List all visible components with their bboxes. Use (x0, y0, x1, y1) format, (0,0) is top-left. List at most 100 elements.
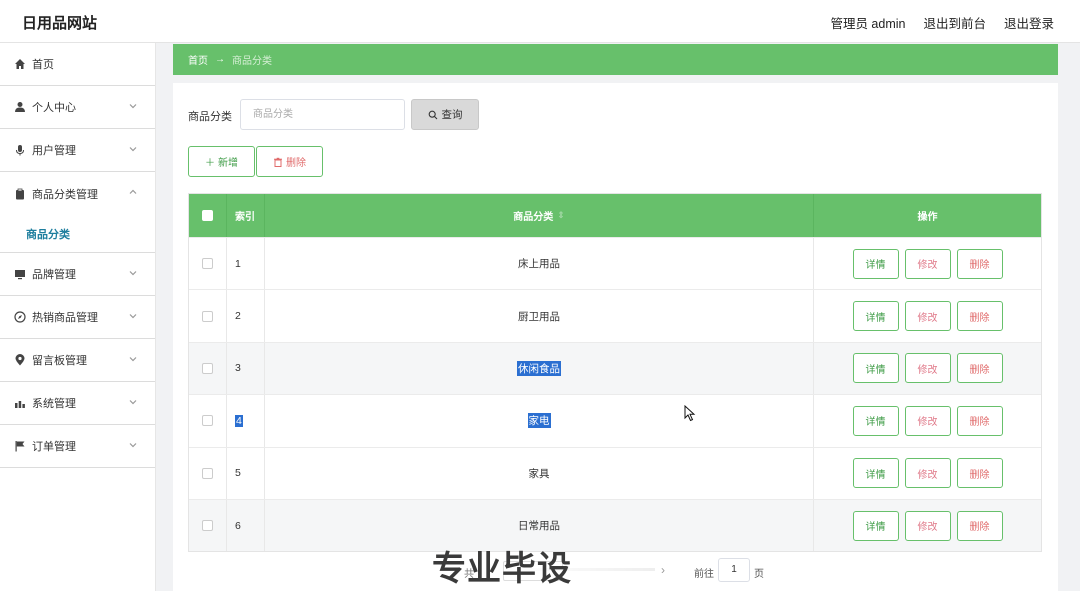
sidebar-item-user-management[interactable]: 用户管理 (0, 129, 155, 172)
sidebar-item-brand-management[interactable]: 品牌管理 (0, 253, 155, 296)
column-header-ops: 操作 (917, 212, 938, 223)
sort-icon[interactable]: ⇕ (557, 210, 565, 221)
app-window: 日用品网站 管理员 admin 退出到前台 退出登录 首页 个人中心 用户管理 … (0, 0, 1080, 591)
detail-button[interactable]: 详情 (852, 405, 899, 436)
row-index: 5 (227, 447, 265, 499)
chevron-down-icon (129, 271, 137, 276)
table-row: 2 厨卫用品 详情 修改 删除 (189, 289, 1041, 342)
search-button-label: 查询 (441, 109, 463, 121)
row-checkbox[interactable] (202, 258, 213, 270)
detail-button[interactable]: 详情 (852, 458, 899, 489)
chevron-up-icon (129, 189, 137, 194)
table-row: 1 床上用品 详情 修改 删除 (189, 237, 1041, 290)
row-checkbox[interactable] (202, 310, 213, 322)
clipboard-icon (13, 187, 26, 200)
edit-button[interactable]: 修改 (904, 510, 951, 541)
microphone-icon (13, 144, 26, 157)
detail-button[interactable]: 详情 (852, 353, 899, 384)
detail-button[interactable]: 详情 (852, 301, 899, 332)
sidebar-item-home[interactable]: 首页 (0, 43, 155, 86)
location-pin-icon (13, 354, 26, 367)
row-checkbox[interactable] (202, 362, 213, 374)
sidebar-item-personal-center[interactable]: 个人中心 (0, 86, 155, 129)
sidebar-item-category-management[interactable]: 商品分类管理 (0, 172, 155, 215)
edit-button[interactable]: 修改 (904, 405, 951, 436)
row-index: 1 (227, 238, 265, 290)
row-name: 家具 (265, 447, 814, 499)
row-checkbox[interactable] (202, 520, 213, 532)
batch-delete-button[interactable]: 删除 (256, 146, 323, 177)
row-name: 家电 (527, 413, 551, 429)
chevron-down-icon (129, 104, 137, 109)
search-icon (428, 110, 437, 119)
sidebar-item-label: 用户管理 (32, 145, 76, 157)
delete-button[interactable]: 删除 (956, 458, 1003, 489)
delete-button[interactable]: 删除 (956, 301, 1003, 332)
main-content: 商品分类 查询 ＋ 新增 删除 索引 商品分类⇕ 操作 1 床上用品 (173, 83, 1058, 591)
chevron-down-icon (129, 357, 137, 362)
sidebar-item-label: 个人中心 (32, 102, 76, 114)
delete-button[interactable]: 删除 (956, 510, 1003, 541)
sidebar-item-label: 热销商品管理 (32, 312, 98, 324)
sidebar-item-label: 系统管理 (32, 398, 76, 410)
detail-button[interactable]: 详情 (852, 248, 899, 279)
mouse-cursor-icon (684, 405, 696, 422)
compass-icon (13, 311, 26, 324)
add-button[interactable]: ＋ 新增 (188, 146, 255, 177)
breadcrumb: 首页 → 商品分类 (173, 44, 1058, 75)
category-table: 索引 商品分类 ⇕ 操作 1 床上用品 详情 修改 删除 2 厨卫用品 详情 修… (188, 193, 1042, 553)
search-input[interactable] (240, 99, 405, 130)
breadcrumb-home-link[interactable]: 首页 (188, 52, 208, 67)
row-index: 6 (227, 499, 265, 552)
table-row: 6 日常用品 详情 修改 删除 (189, 498, 1041, 552)
goto-label: 前往 (694, 569, 714, 580)
chevron-down-icon (129, 314, 137, 319)
home-icon (13, 58, 26, 71)
row-index: 3 (227, 342, 265, 395)
row-name: 厨卫用品 (265, 290, 814, 342)
back-to-frontend-link[interactable]: 退出到前台 (923, 13, 986, 32)
sidebar-item-label: 订单管理 (32, 441, 76, 453)
search-label: 商品分类 (188, 111, 232, 123)
site-title: 日用品网站 (22, 15, 98, 32)
sidebar-item-label: 品牌管理 (32, 269, 76, 281)
delete-button[interactable]: 删除 (956, 353, 1003, 384)
row-index: 2 (227, 290, 265, 342)
sidebar-item-message-board[interactable]: 留言板管理 (0, 339, 155, 382)
search-button[interactable]: 查询 (411, 99, 479, 130)
edit-button[interactable]: 修改 (904, 353, 951, 384)
page-number-input[interactable]: 1 (718, 558, 750, 582)
monitor-icon (13, 268, 26, 281)
admin-user-link[interactable]: 管理员 admin (830, 13, 905, 32)
add-button-label: 新增 (218, 158, 238, 169)
batch-delete-button-label: 删除 (286, 158, 306, 169)
chevron-down-icon (129, 147, 137, 152)
next-page-icon[interactable]: › (661, 563, 665, 577)
table-row: 3 休闲食品 详情 修改 删除 (189, 341, 1041, 395)
edit-button[interactable]: 修改 (904, 458, 951, 489)
row-checkbox[interactable] (202, 467, 213, 479)
edit-button[interactable]: 修改 (904, 248, 951, 279)
top-header: 日用品网站 管理员 admin 退出到前台 退出登录 (0, 0, 1080, 43)
select-all-checkbox[interactable] (202, 210, 213, 221)
sidebar-item-hot-products[interactable]: 热销商品管理 (0, 296, 155, 339)
trash-icon (274, 157, 282, 167)
logout-link[interactable]: 退出登录 (1004, 13, 1054, 32)
table-row: 4 家电 详情 修改 删除 (189, 394, 1041, 447)
row-name: 休闲食品 (517, 360, 561, 376)
delete-button[interactable]: 删除 (956, 248, 1003, 279)
chevron-down-icon (129, 400, 137, 405)
edit-button[interactable]: 修改 (904, 301, 951, 332)
sidebar-subitem-category[interactable]: 商品分类 (0, 215, 155, 253)
sidebar-item-order-management[interactable]: 订单管理 (0, 425, 155, 468)
table-header: 索引 商品分类 ⇕ 操作 (189, 194, 1041, 237)
column-header-index: 索引 (227, 194, 265, 237)
detail-button[interactable]: 详情 (852, 510, 899, 541)
plus-icon: ＋ (205, 158, 215, 169)
sidebar-item-system-management[interactable]: 系统管理 (0, 382, 155, 425)
row-checkbox[interactable] (202, 415, 213, 427)
delete-button[interactable]: 删除 (956, 405, 1003, 436)
sidebar-item-label: 留言板管理 (32, 355, 87, 367)
sidebar-item-label: 首页 (32, 59, 54, 71)
column-header-name[interactable]: 商品分类 ⇕ (265, 194, 814, 237)
